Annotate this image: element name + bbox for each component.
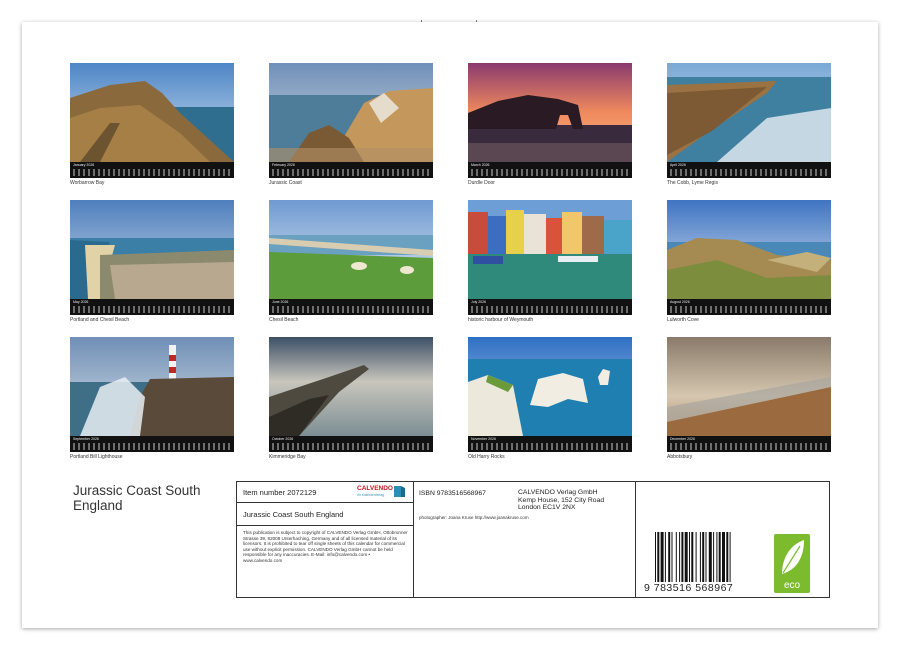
photo-caption: Worbarrow Bay	[70, 180, 105, 186]
calendar-tile: October 2026 Kimmeridge Bay	[269, 337, 433, 460]
month-calendar-strip: December 2026	[667, 436, 831, 452]
barcode-number: 9 783516 568967	[644, 582, 734, 594]
photo-caption: historic harbour of Weymouth	[468, 317, 534, 323]
info-column-isbn: ISBN 9783516568967 CALVENDO Verlag GmbH …	[413, 482, 636, 597]
photo-portland-bill-lighthouse	[70, 337, 234, 436]
calendar-tile: May 2026 Portland and Chesil Beach	[70, 200, 234, 323]
info-column-barcode: 9 783516 568967 eco	[635, 482, 829, 597]
calvendo-logo-tagline: Ihr Kalenderverlag	[357, 493, 384, 497]
item-number: Item number 2072129	[243, 488, 317, 497]
month-label: May 2026	[73, 300, 89, 304]
publisher-city: London EC1V 2NX	[518, 504, 576, 512]
calendar-title: Jurassic Coast South England	[73, 483, 201, 513]
photo-caption: Lulworth Cove	[667, 317, 699, 323]
calendar-tile: July 2026 historic harbour of Weymouth	[468, 200, 632, 323]
photo-caption: Chesil Beach	[269, 317, 299, 323]
photo-caption: Portland and Chesil Beach	[70, 317, 130, 323]
photo-caption: Kimmeridge Bay	[269, 454, 306, 460]
calendar-tile: April 2026 The Cobb, Lyme Regis	[667, 63, 831, 186]
calendar-tile: January 2026 Worbarrow Bay	[70, 63, 234, 186]
month-label: April 2026	[670, 163, 686, 167]
photo-durdle-door	[468, 63, 632, 162]
subtitle-row: Jurassic Coast South England	[237, 503, 413, 526]
month-label: July 2026	[471, 300, 486, 304]
publisher-address: CALVENDO Verlag GmbH Kemp House, 152 Cit…	[518, 489, 604, 512]
calendar-tile: November 2026 Old Harry Rocks	[468, 337, 632, 460]
info-column-item: Item number 2072129 CALVENDO Ihr Kalende…	[237, 482, 414, 597]
month-calendar-strip: May 2026	[70, 299, 234, 315]
month-calendar-strip: February 2026	[269, 162, 433, 178]
month-calendar-strip: March 2026	[468, 162, 632, 178]
eco-label: eco	[784, 580, 801, 591]
isbn: ISBN 9783516568967	[419, 490, 486, 497]
month-label: November 2026	[471, 437, 496, 441]
eco-leaf-icon: eco	[774, 534, 810, 593]
month-calendar-strip: August 2026	[667, 299, 831, 315]
month-label: December 2026	[670, 437, 695, 441]
month-label: March 2026	[471, 163, 490, 167]
photo-portland-chesil	[70, 200, 234, 299]
month-calendar-strip: October 2026	[269, 436, 433, 452]
calendar-tile: June 2026 Chesil Beach	[269, 200, 433, 323]
month-label: June 2026	[272, 300, 289, 304]
month-label: September 2026	[73, 437, 99, 441]
month-calendar-strip: September 2026	[70, 436, 234, 452]
calvendo-logo-icon	[394, 486, 405, 497]
photographer-credit: photographer: Joana Kruse http://www.joa…	[419, 515, 529, 520]
publisher-street: Kemp House, 152 City Road	[518, 496, 605, 504]
photo-chesil-beach	[269, 200, 433, 299]
calendar-tile: August 2026 Lulworth Cove	[667, 200, 831, 323]
photo-caption: Old Harry Rocks	[468, 454, 505, 460]
calendar-tile: December 2026 Abbotsbury	[667, 337, 831, 460]
photo-lulworth-cove	[667, 200, 831, 299]
calendar-tile: September 2026 Portland Bill Lighthouse	[70, 337, 234, 460]
photo-old-harry-rocks	[468, 337, 632, 436]
photo-caption: The Cobb, Lyme Regis	[667, 180, 718, 186]
month-label: August 2026	[670, 300, 690, 304]
copyright-notice: This publication is subject to copyright…	[243, 530, 408, 563]
month-calendar-strip: July 2026	[468, 299, 632, 315]
calendar-tile: March 2026 Durdle Door	[468, 63, 632, 186]
month-calendar-strip: April 2026	[667, 162, 831, 178]
calendar-subtitle: Jurassic Coast South England	[243, 510, 344, 519]
month-calendar-strip: June 2026	[269, 299, 433, 315]
item-row: Item number 2072129 CALVENDO Ihr Kalende…	[237, 482, 413, 503]
month-label: January 2026	[73, 163, 95, 167]
month-label: February 2026	[272, 163, 295, 167]
photo-caption: Portland Bill Lighthouse	[70, 454, 123, 460]
month-calendar-strip: January 2026	[70, 162, 234, 178]
month-label: October 2026	[272, 437, 294, 441]
month-calendar-strip: November 2026	[468, 436, 632, 452]
calvendo-logo: CALVENDO	[357, 485, 393, 492]
photo-caption: Jurassic Coast	[269, 180, 302, 186]
photo-abbotsbury	[667, 337, 831, 436]
publisher-name: CALVENDO Verlag GmbH	[518, 489, 598, 496]
photo-worbarrow-bay	[70, 63, 234, 162]
calendar-tile: February 2026 Jurassic Coast	[269, 63, 433, 186]
photo-the-cobb	[667, 63, 831, 162]
photo-caption: Durdle Door	[468, 180, 495, 186]
photo-jurassic-coast	[269, 63, 433, 162]
photo-kimmeridge-bay	[269, 337, 433, 436]
barcode-icon	[655, 532, 731, 582]
product-info-box: Item number 2072129 CALVENDO Ihr Kalende…	[236, 481, 830, 598]
photo-weymouth-harbour	[468, 200, 632, 299]
photo-caption: Abbotsbury	[667, 454, 693, 460]
